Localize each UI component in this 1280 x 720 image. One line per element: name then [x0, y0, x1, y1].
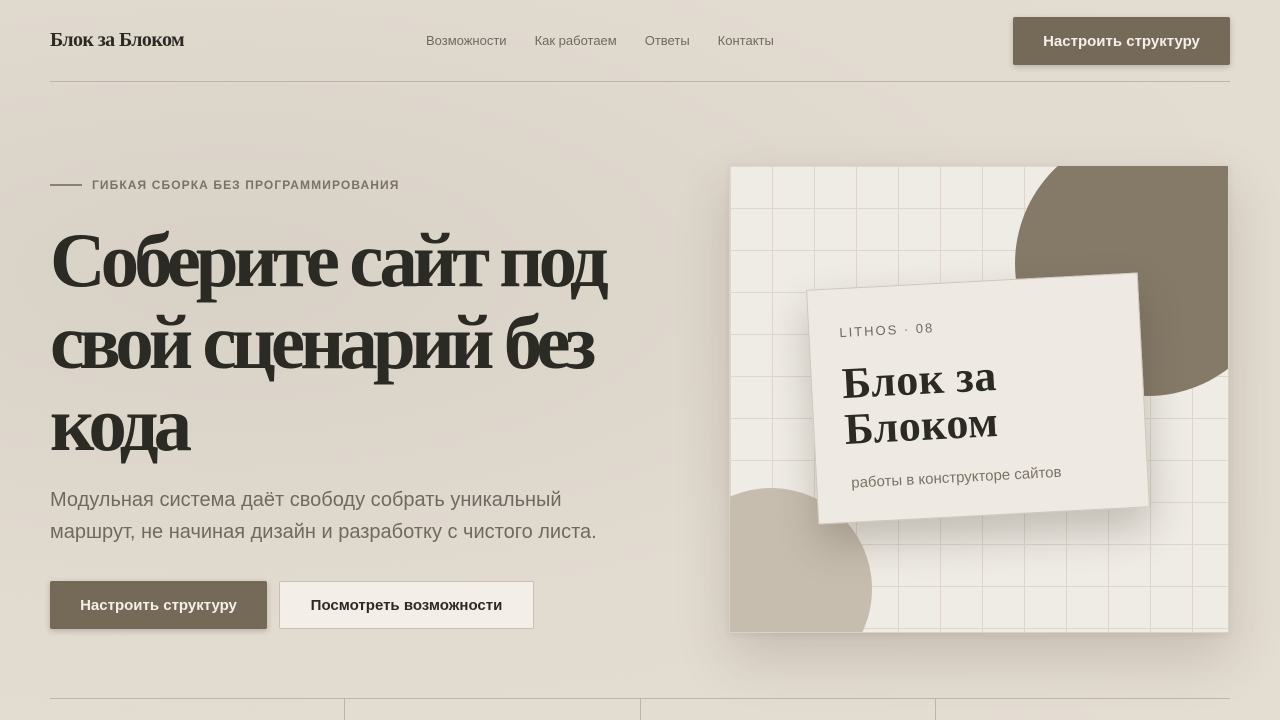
- view-features-button[interactable]: Посмотреть возможности: [279, 581, 534, 629]
- features-strip-column: [344, 699, 639, 720]
- site-logo[interactable]: Блок за Блоком: [50, 29, 185, 52]
- site-header: Блок за Блоком Возможности Как работаем …: [50, 0, 1230, 82]
- eyebrow-divider: [50, 184, 82, 186]
- main-nav: Возможности Как работаем Ответы Контакты: [426, 33, 774, 48]
- configure-structure-button[interactable]: Настроить структуру: [50, 581, 267, 629]
- nav-link-contacts[interactable]: Контакты: [718, 33, 774, 48]
- card-title: Блок за Блоком: [840, 351, 1000, 454]
- card-subtitle: работы в конструкторе сайтов: [850, 463, 1062, 492]
- features-strip-column: [639, 699, 935, 720]
- card-eyebrow: LITHOS · 08: [838, 320, 935, 341]
- features-strip: [50, 698, 1230, 720]
- hero-eyebrow: ГИБКАЯ СБОРКА БЕЗ ПРОГРАММИРОВАНИЯ: [50, 178, 400, 192]
- hero-eyebrow-text: ГИБКАЯ СБОРКА БЕЗ ПРОГРАММИРОВАНИЯ: [92, 178, 400, 192]
- features-strip-column: [50, 699, 344, 720]
- header-configure-button[interactable]: Настроить структуру: [1013, 17, 1230, 65]
- nav-link-how-we-work[interactable]: Как работаем: [535, 33, 617, 48]
- hero-subtitle: Модульная система даёт свободу собрать у…: [50, 489, 597, 543]
- preview-card: LITHOS · 08 Блок за Блоком работы в конс…: [806, 272, 1150, 525]
- features-strip-column: [934, 699, 1230, 720]
- hero-title: Соберите сайт под свой сценарий без кода: [50, 217, 609, 467]
- nav-link-features[interactable]: Возможности: [426, 33, 507, 48]
- nav-link-answers[interactable]: Ответы: [645, 33, 690, 48]
- hero-visual: LITHOS · 08 Блок за Блоком работы в конс…: [729, 165, 1229, 633]
